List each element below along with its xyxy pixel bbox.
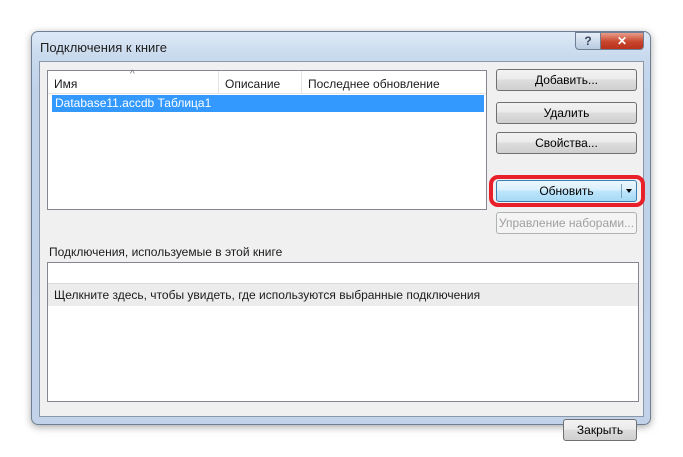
close-button[interactable]: Закрыть	[563, 419, 637, 441]
dialog-client-area: ^ Имя Описание Последнее обновление Data…	[39, 61, 645, 441]
help-button[interactable]: ?	[575, 32, 601, 50]
column-header-description[interactable]: Описание	[219, 71, 301, 93]
list-header: ^ Имя Описание Последнее обновление	[48, 69, 486, 94]
column-header-last-updated[interactable]: Последнее обновление	[302, 71, 486, 93]
manage-sets-button: Управление наборами...	[496, 212, 637, 234]
column-header-name[interactable]: ^ Имя	[48, 69, 218, 93]
highlight-annotation	[489, 175, 645, 207]
usage-panel[interactable]: Щелкните здесь, чтобы увидеть, где испол…	[47, 262, 639, 402]
remove-button[interactable]: Удалить	[496, 102, 637, 124]
properties-button[interactable]: Свойства...	[496, 132, 637, 154]
sort-indicator-icon: ^	[130, 69, 135, 80]
connection-name: Database11.accdb Таблица1	[55, 96, 212, 110]
usage-hint-row[interactable]: Щелкните здесь, чтобы увидеть, где испол…	[48, 284, 638, 306]
add-button[interactable]: Добавить...	[496, 69, 637, 91]
list-item[interactable]: Database11.accdb Таблица1	[52, 95, 484, 112]
column-header-name-label: Имя	[54, 77, 78, 91]
usage-blank-row	[48, 263, 638, 284]
usage-section-label: Подключения, используемые в этой книге	[49, 245, 283, 259]
connections-list[interactable]: ^ Имя Описание Последнее обновление Data…	[47, 70, 487, 210]
connections-dialog: Подключения к книге ? ✕ ^ Имя Описание П…	[31, 31, 651, 441]
title-bar-buttons: ? ✕	[575, 32, 644, 50]
dialog-title: Подключения к книге	[40, 40, 167, 55]
close-window-button[interactable]: ✕	[600, 32, 644, 50]
